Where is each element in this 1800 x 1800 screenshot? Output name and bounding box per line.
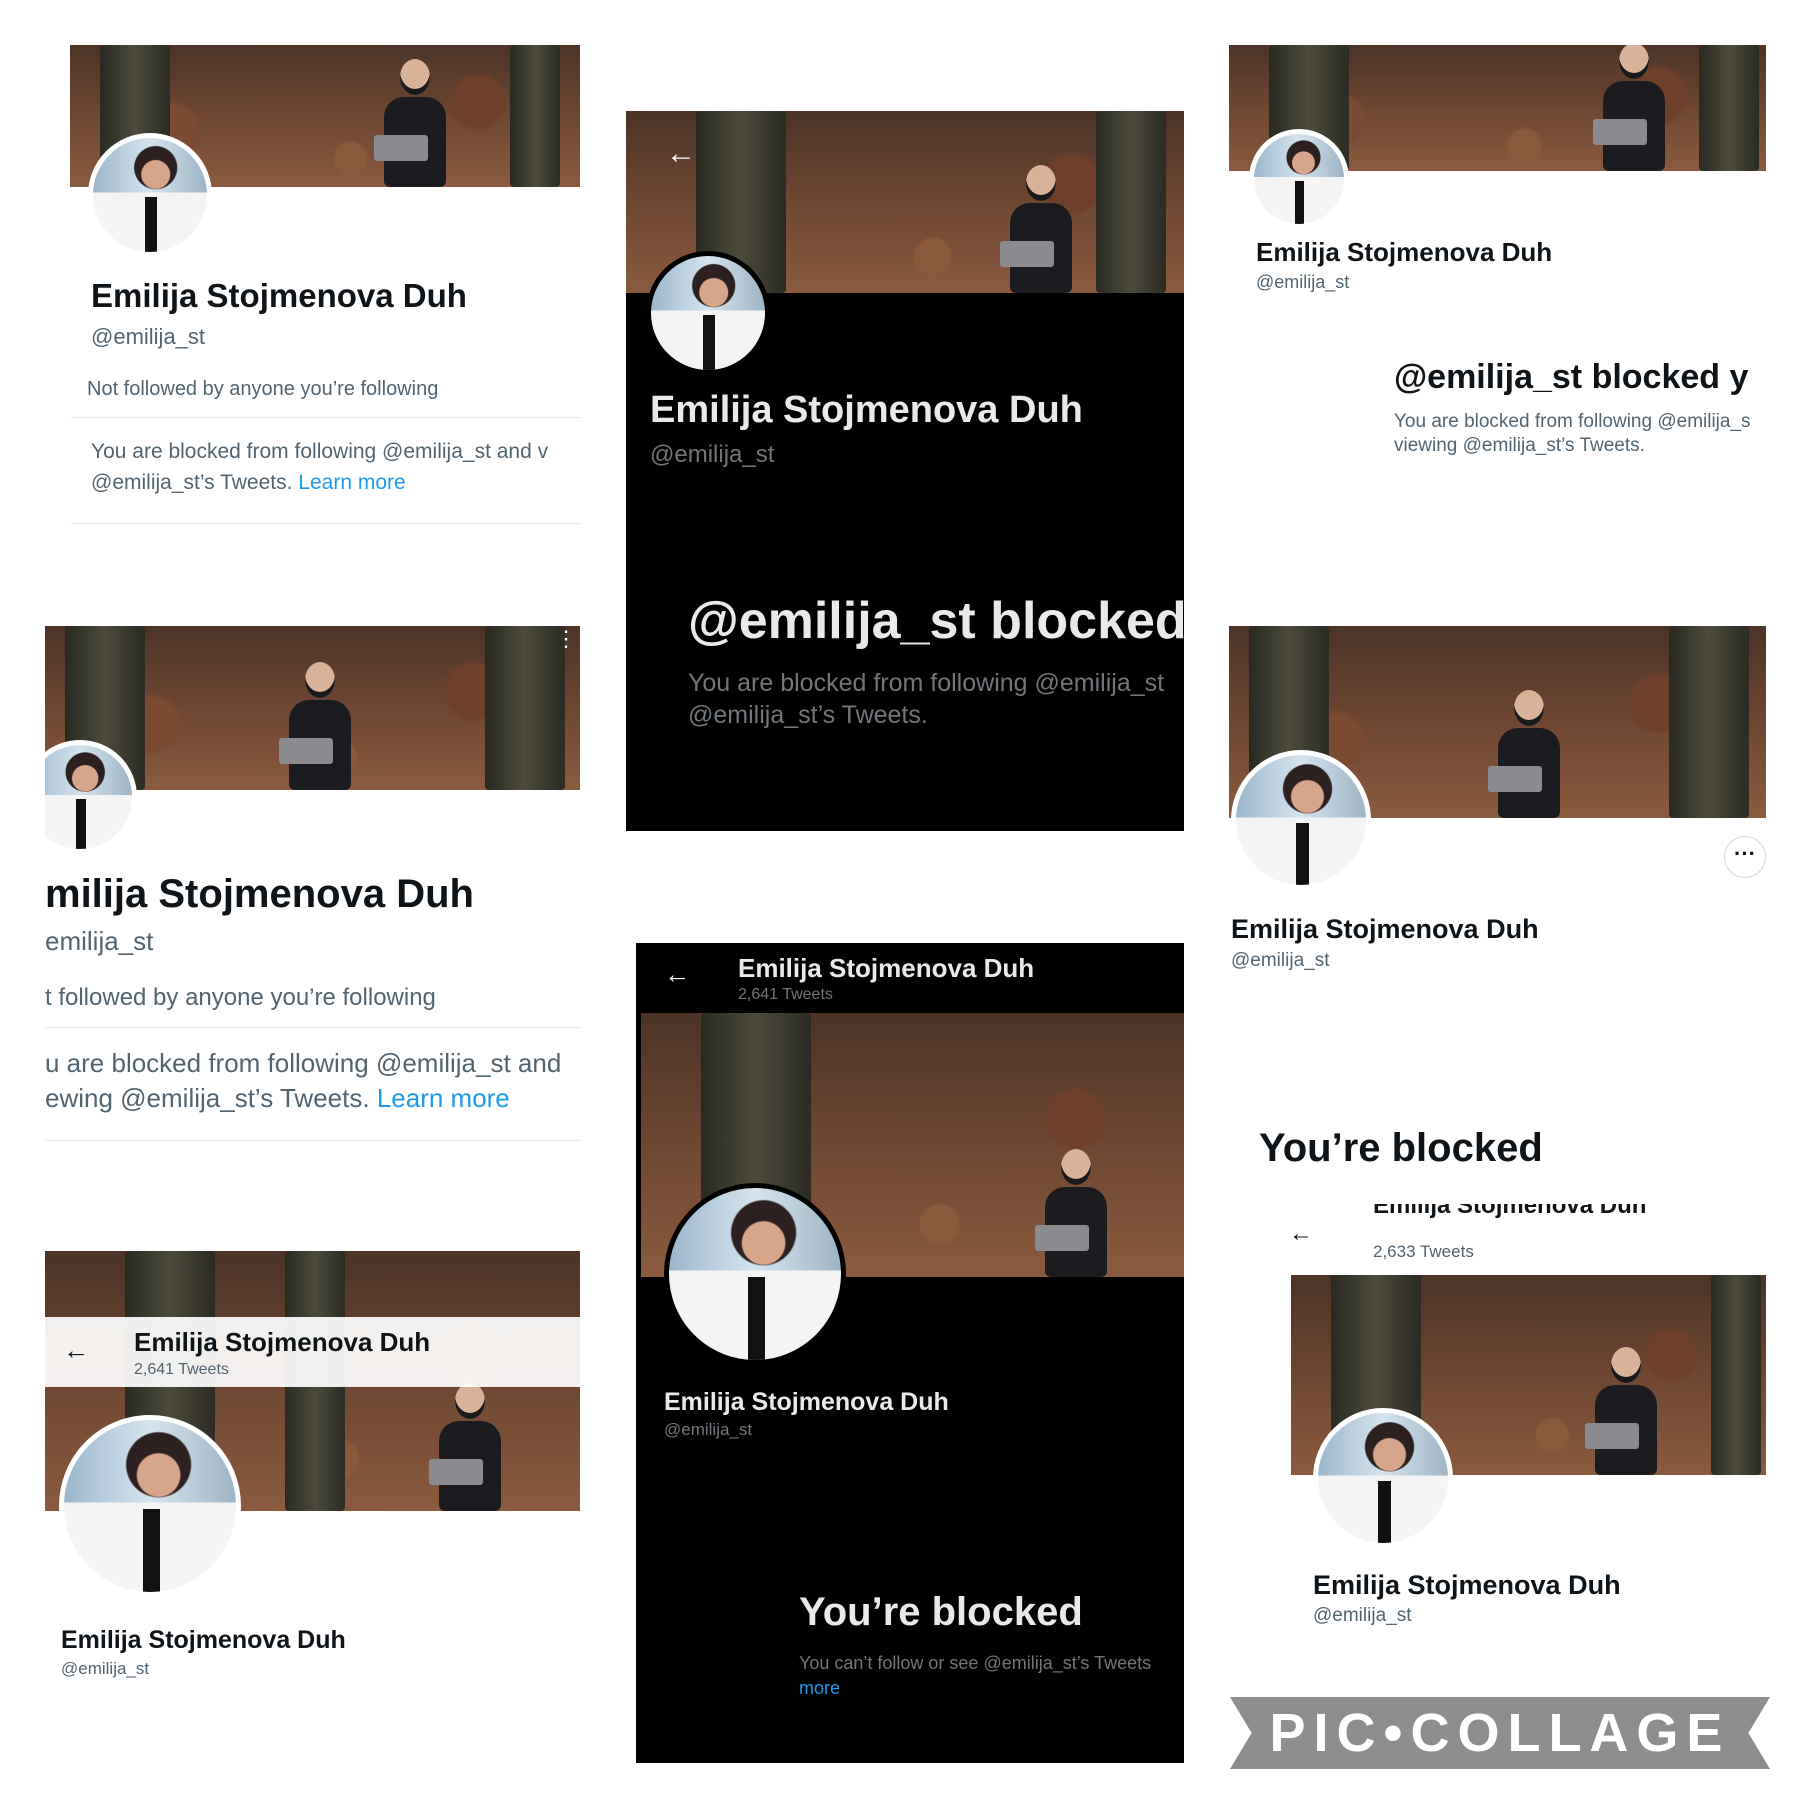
profile-name: Emilija Stojmenova Duh: [91, 277, 467, 314]
more-options-button[interactable]: ···: [1724, 836, 1766, 878]
tweet-count: 2,633 Tweets: [1373, 1242, 1474, 1261]
divider: [45, 1140, 580, 1141]
panel-7: ← Emilija Stojmenova Duh 2,641 Tweets Em…: [636, 943, 1184, 1763]
profile-handle: emilija_st: [45, 926, 154, 956]
profile-name: Emilija Stojmenova Duh: [1313, 1570, 1621, 1600]
profile-handle: @emilija_st: [91, 324, 206, 349]
avatar[interactable]: [646, 251, 770, 375]
avatar[interactable]: [1313, 1408, 1453, 1548]
profile-name: Emilija Stojmenova Duh: [1256, 237, 1553, 267]
profile-header-bar: ← Emilija Stojmenova Duh 2,641 Tweets: [636, 943, 1184, 1013]
back-arrow-icon[interactable]: ←: [666, 139, 696, 169]
avatar[interactable]: [1231, 750, 1371, 890]
profile-handle: @emilija_st: [664, 1420, 753, 1439]
profile-handle: @emilija_st: [1256, 272, 1350, 292]
profile-name: Emilija Stojmenova Duh: [664, 1388, 949, 1416]
blocked-title: You’re blocked: [1259, 1126, 1543, 1170]
blocked-title: @emilija_st blocked: [688, 592, 1184, 650]
blocked-text-line2: @emilija_st’s Tweets.: [688, 701, 928, 729]
panel-5: ··· Emilija Stojmenova Duh @emilija_st: [1229, 626, 1766, 976]
profile-handle: @emilija_st: [1313, 1605, 1412, 1626]
avatar[interactable]: [88, 133, 212, 257]
blocked-text-line2: viewing @emilija_st’s Tweets.: [1394, 435, 1645, 456]
profile-handle: @emilija_st: [61, 1659, 150, 1678]
profile-header-bar: ← Emilija Stojmenova Duh 2,641 Tweets: [45, 1317, 580, 1387]
panel-3: Emilija Stojmenova Duh @emilija_st @emil…: [1229, 45, 1766, 475]
panel-6: ← Emilija Stojmenova Duh 2,641 Tweets Em…: [45, 1251, 580, 1691]
avatar[interactable]: [664, 1183, 846, 1365]
profile-handle: @emilija_st: [1231, 950, 1330, 971]
more-vertical-icon[interactable]: ⋮: [555, 628, 577, 650]
blocked-text: ewing @emilija_st’s Tweets.: [45, 1083, 370, 1113]
panel-8: You’re blocked ← Emilija Stojmenova Duh …: [1229, 1110, 1766, 1685]
divider: [70, 523, 580, 524]
blocked-text-line2: @emilija_st’s Tweets. Learn more: [91, 471, 406, 495]
panel-2: ← Emilija Stojmenova Duh @emilija_st @em…: [626, 111, 1184, 831]
blocked-text-line2: ewing @emilija_st’s Tweets. Learn more: [45, 1083, 510, 1114]
profile-header-bar: ← Emilija Stojmenova Duh 2,633 Tweets: [1289, 1204, 1766, 1274]
blocked-text-line1: You are blocked from following @emilija_…: [688, 669, 1165, 697]
learn-more-link[interactable]: Learn more: [377, 1083, 510, 1113]
header-name: Emilija Stojmenova Duh: [738, 953, 1035, 983]
header-name: Emilija Stojmenova Duh: [1373, 1204, 1647, 1219]
profile-handle: @emilija_st: [650, 441, 775, 468]
learn-more-link[interactable]: Learn more: [298, 471, 405, 494]
profile-name: Emilija Stojmenova Duh: [650, 389, 1083, 431]
back-arrow-icon[interactable]: ←: [664, 961, 690, 987]
profile-name: Emilija Stojmenova Duh: [61, 1626, 346, 1654]
avatar[interactable]: [1249, 129, 1349, 229]
blocked-title: You’re blocked: [799, 1590, 1083, 1634]
avatar[interactable]: [59, 1415, 241, 1597]
panel-1: Emilija Stojmenova Duh @emilija_st Not f…: [70, 45, 580, 535]
tweet-count: 2,641 Tweets: [738, 986, 833, 1003]
blocked-text-line1: You are blocked from following @emilija_…: [91, 440, 549, 463]
panel-4: ⋮ milija Stojmenova Duh emilija_st t fol…: [45, 626, 580, 1146]
back-arrow-icon[interactable]: ←: [63, 1337, 89, 1363]
followers-note: t followed by anyone you’re following: [45, 984, 436, 1011]
followers-note: Not followed by anyone you’re following: [87, 378, 439, 400]
back-arrow-icon[interactable]: ←: [1289, 1222, 1313, 1246]
profile-name: Emilija Stojmenova Duh: [1231, 914, 1539, 944]
blocked-text-line1: You are blocked from following @emilija_…: [1394, 411, 1751, 432]
divider: [45, 1027, 580, 1028]
profile-name: milija Stojmenova Duh: [45, 872, 474, 916]
tweet-count: 2,641 Tweets: [134, 1361, 229, 1378]
blocked-text-line1: You can’t follow or see @emilija_st’s Tw…: [799, 1653, 1152, 1673]
blocked-text: @emilija_st’s Tweets.: [91, 471, 293, 494]
pic-collage-watermark: PIC•COLLAGE: [1230, 1697, 1770, 1769]
learn-more-link[interactable]: more: [799, 1678, 840, 1699]
blocked-text-line1: u are blocked from following @emilija_st…: [45, 1048, 562, 1078]
divider: [70, 417, 580, 418]
header-name: Emilija Stojmenova Duh: [134, 1327, 431, 1357]
blocked-title: @emilija_st blocked y: [1394, 358, 1749, 396]
